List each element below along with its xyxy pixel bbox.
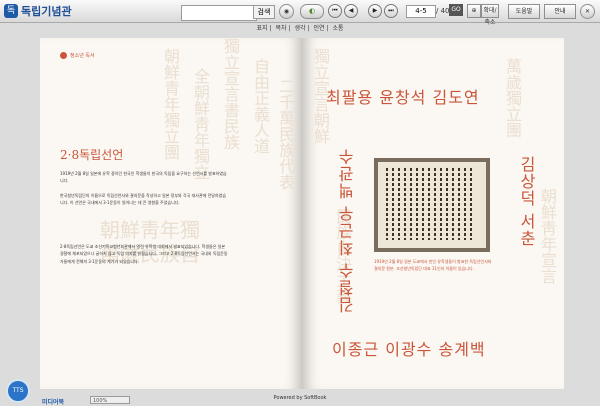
page-number-input[interactable]: 4-5: [406, 5, 436, 18]
image-caption: 1919년 2월 8일 일본 도쿄에서 한인 유학생들이 발표한 독립선언서와 …: [374, 259, 492, 271]
first-page-icon[interactable]: ⏮: [328, 4, 342, 18]
guide-button[interactable]: 안내: [544, 4, 576, 19]
calligraphy-background: 獨立宣言書民族: [221, 38, 240, 150]
page-total: / 40: [436, 7, 450, 15]
help-button[interactable]: 도움말: [508, 4, 540, 19]
page-title: 2·8독립선언: [60, 148, 124, 162]
close-icon[interactable]: ✕: [580, 4, 595, 19]
zoom-icon[interactable]: ⊕: [467, 4, 481, 18]
go-button[interactable]: GO: [449, 4, 463, 16]
names-right: 김상덕 서춘: [517, 156, 536, 248]
section-tag: 청소년 독서: [60, 52, 95, 59]
calligraphy-background: 全朝鮮靑年獨立: [191, 68, 210, 180]
chapter-nav: 표지 | 목차 | 생각 | 인연 | 소통: [256, 25, 344, 32]
zoom-label[interactable]: 확대/축소: [481, 4, 499, 26]
paragraph: 2·8독립선언은 도쿄 조선기독교청년회관에서 열린 유학생 대회에서 발표되었…: [60, 244, 228, 264]
paragraph: 1919년 2월 8일 일본에 유학 중이던 한국인 학생들이 한국의 독립을 …: [60, 171, 227, 184]
calligraphy-background: 二千萬民族代表: [276, 78, 295, 190]
nav-item-thought[interactable]: 생각: [294, 25, 305, 32]
last-page-icon[interactable]: ⏭: [384, 4, 398, 18]
logo-mark-icon: 독: [4, 4, 18, 18]
names-top: 최팔용 윤창석 김도연: [326, 88, 480, 107]
right-page[interactable]: 獨立宣言朝鮮 民族自決主義 萬歲獨立團 朝鮮靑年宣言 최팔용 윤창석 김도연 김…: [302, 38, 564, 389]
zoom-select[interactable]: 100%: [90, 396, 130, 404]
names-bottom: 이종근 이광수 송계백: [332, 340, 486, 359]
calligraphy-background: 朝鮮靑年宣言: [538, 188, 557, 284]
book-spread: 朝鮮青年獨立團 全朝鮮靑年獨立 獨立宣言書民族 自由正義人道 二千萬民族代表 朝…: [40, 38, 564, 389]
search-button[interactable]: 검색: [253, 5, 275, 19]
sound-icon[interactable]: ◉: [279, 4, 294, 19]
declaration-document-image[interactable]: [374, 158, 490, 252]
top-toolbar: 독 독립기념관 검색 ◉ ◐ ⏮ ◀ ▶ ⏭ 4-5 / 40 GO ⊕ 확대/…: [0, 0, 600, 26]
names-left: 김철수 최근우 백관수: [338, 148, 357, 314]
tts-button[interactable]: TTS: [6, 379, 30, 403]
nav-item-contents[interactable]: 목차: [275, 25, 286, 32]
toggle-icon[interactable]: ◐: [300, 4, 324, 19]
calligraphy-background: 朝鮮青年獨立團: [161, 48, 180, 160]
section-tag-label: 청소년 독서: [70, 53, 95, 59]
document-paper: [378, 162, 486, 248]
calligraphy-background: 自由正義人道: [251, 58, 270, 154]
prev-page-icon[interactable]: ◀: [344, 4, 358, 18]
nav-item-connection[interactable]: 인연: [313, 25, 324, 32]
nav-item-communication[interactable]: 소통: [332, 25, 343, 32]
brand-logo: 미디어북: [42, 399, 65, 406]
app-logo[interactable]: 독 독립기념관: [4, 3, 72, 19]
next-page-icon[interactable]: ▶: [368, 4, 382, 18]
section-tag-icon: [60, 52, 67, 59]
logo-text: 독립기념관: [21, 5, 72, 18]
left-page[interactable]: 朝鮮青年獨立團 全朝鮮靑年獨立 獨立宣言書民族 自由正義人道 二千萬民族代表 朝…: [40, 38, 302, 389]
search-input[interactable]: [181, 5, 257, 21]
nav-item-cover[interactable]: 표지: [257, 25, 268, 32]
paragraph: 한국청년독립단의 이름으로 독립선언서와 결의문을 작성하고 일본 정부와 각국…: [60, 193, 227, 206]
calligraphy-background: 萬歲獨立團: [503, 58, 522, 138]
